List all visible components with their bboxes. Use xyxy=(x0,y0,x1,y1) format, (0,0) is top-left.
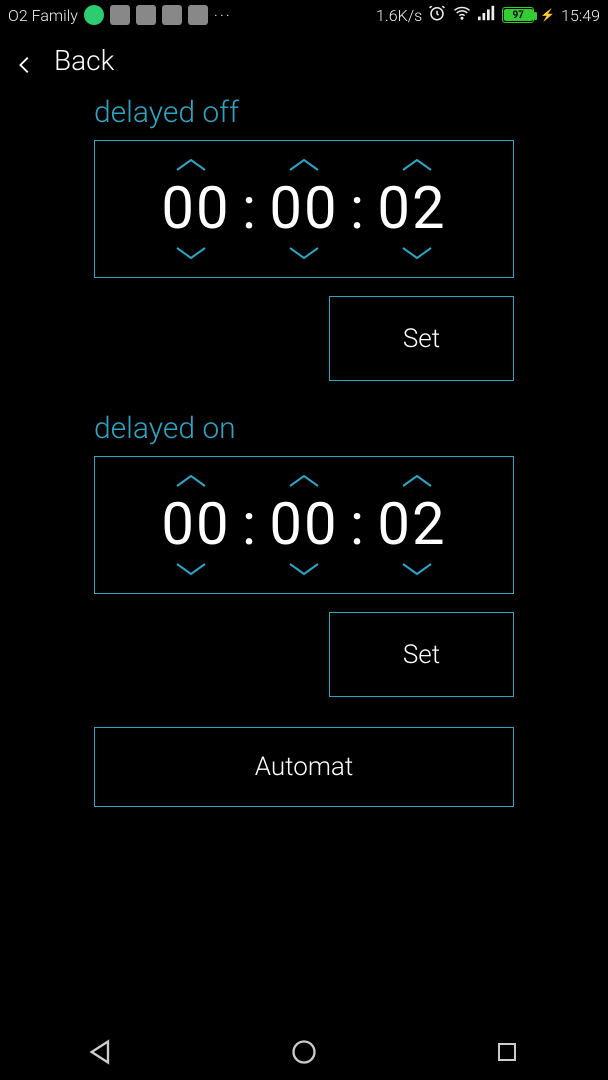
charging-icon: ⚡ xyxy=(540,8,555,22)
hh-down-icon[interactable] xyxy=(172,559,210,579)
signal-icon xyxy=(478,4,496,26)
chevron-left-icon xyxy=(14,50,36,72)
hh-down-icon[interactable] xyxy=(172,243,210,263)
back-button[interactable]: Back xyxy=(0,30,608,95)
section-title-on: delayed on xyxy=(94,411,514,446)
main-content: delayed off 00 : 00 : 02 xyxy=(0,95,608,807)
picker-off-digits: 00 : 00 : 02 xyxy=(151,175,457,243)
battery-icon: 97 xyxy=(502,7,534,23)
status-left: O2 Family ··· xyxy=(8,5,232,25)
mm-up-icon[interactable] xyxy=(285,155,323,175)
ss-up-icon[interactable] xyxy=(398,471,436,491)
mm-down-icon[interactable] xyxy=(285,243,323,263)
carrier-label: O2 Family xyxy=(8,6,78,25)
ss-down-icon[interactable] xyxy=(398,559,436,579)
on-mm-value[interactable]: 00 xyxy=(259,491,349,559)
set-button-on[interactable]: Set xyxy=(329,612,514,697)
status-bar: O2 Family ··· 1.6K/s 97 ⚡ 15:49 xyxy=(0,0,608,30)
automat-label: Automat xyxy=(255,752,353,782)
picker-on-up-row xyxy=(95,471,513,491)
mm-down-icon[interactable] xyxy=(285,559,323,579)
time-picker-on: 00 : 00 : 02 xyxy=(94,456,514,594)
ss-up-icon[interactable] xyxy=(398,155,436,175)
nav-back-icon[interactable] xyxy=(85,1036,117,1068)
status-right: 1.6K/s 97 ⚡ 15:49 xyxy=(376,4,600,26)
battery-percent: 97 xyxy=(512,10,523,21)
set-label: Set xyxy=(403,640,440,670)
off-ss-value[interactable]: 02 xyxy=(367,175,457,243)
app-icon-3 xyxy=(188,5,208,25)
time-picker-off: 00 : 00 : 02 xyxy=(94,140,514,278)
hh-up-icon[interactable] xyxy=(172,155,210,175)
mm-up-icon[interactable] xyxy=(285,471,323,491)
wifi-icon xyxy=(452,4,472,26)
on-hh-value[interactable]: 00 xyxy=(151,491,241,559)
set-label: Set xyxy=(403,324,440,354)
off-hh-value[interactable]: 00 xyxy=(151,175,241,243)
app-icon-1 xyxy=(110,5,130,25)
picker-off-down-row xyxy=(95,243,513,263)
colon: : xyxy=(241,175,259,243)
colon: : xyxy=(349,491,367,559)
ss-down-icon[interactable] xyxy=(398,243,436,263)
more-icon: ··· xyxy=(214,6,232,25)
picker-on-digits: 00 : 00 : 02 xyxy=(151,491,457,559)
nav-home-icon[interactable] xyxy=(288,1036,320,1068)
picker-off-up-row xyxy=(95,155,513,175)
section-title-off: delayed off xyxy=(94,95,514,130)
colon: : xyxy=(241,491,259,559)
on-ss-value[interactable]: 02 xyxy=(367,491,457,559)
colon: : xyxy=(349,175,367,243)
alarm-icon xyxy=(428,4,446,26)
hh-up-icon[interactable] xyxy=(172,471,210,491)
nav-recent-icon[interactable] xyxy=(491,1036,523,1068)
network-speed: 1.6K/s xyxy=(376,6,422,25)
set-button-off[interactable]: Set xyxy=(329,296,514,381)
clock-time: 15:49 xyxy=(561,6,600,25)
back-label: Back xyxy=(54,44,114,77)
usb-icon xyxy=(162,5,182,25)
off-mm-value[interactable]: 00 xyxy=(259,175,349,243)
picker-on-down-row xyxy=(95,559,513,579)
globe-icon xyxy=(84,5,104,25)
app-icon-2 xyxy=(136,5,156,25)
navigation-bar xyxy=(0,1024,608,1080)
automat-button[interactable]: Automat xyxy=(94,727,514,807)
